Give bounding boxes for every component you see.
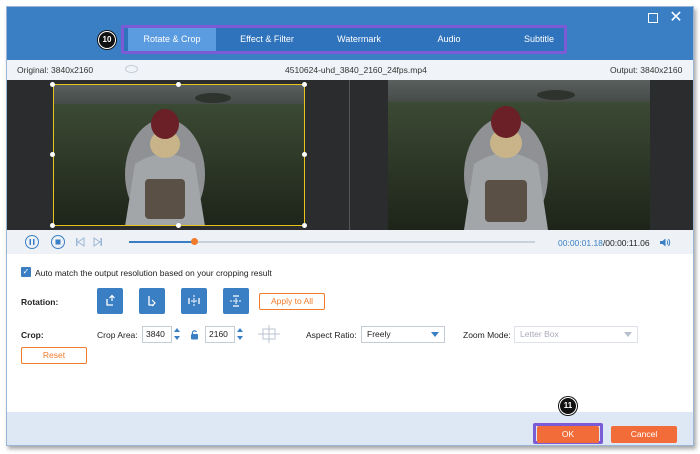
close-icon[interactable]: ✕ (669, 10, 683, 26)
tab-effect-filter[interactable]: Effect & Filter (222, 28, 312, 51)
next-frame-icon[interactable] (93, 237, 103, 247)
rotate-right-icon (148, 296, 156, 307)
pause-button[interactable] (25, 235, 39, 249)
crop-area-label: Crop Area: (97, 330, 138, 340)
crop-handle-left[interactable] (50, 152, 55, 157)
timeline-progress (129, 241, 194, 243)
reset-button[interactable]: Reset (21, 347, 87, 364)
zoom-mode-value: Letter Box (520, 329, 559, 339)
timeline-slider[interactable] (129, 238, 535, 245)
playback-controls: 00:00:01.18/00:00:11.06 (7, 230, 693, 254)
zoom-mode-label: Zoom Mode: (463, 330, 511, 340)
tab-bar: Rotate & Crop Effect & Filter Watermark … (121, 25, 567, 54)
chevron-down-icon (431, 332, 439, 337)
cancel-button[interactable]: Cancel (611, 426, 677, 443)
time-display: 00:00:01.18/00:00:11.06 (558, 238, 650, 248)
rotate-left-icon (106, 294, 115, 306)
auto-match-checkbox[interactable]: ✓ (21, 267, 31, 277)
timeline-knob[interactable] (190, 238, 198, 245)
ok-button[interactable]: OK (537, 426, 599, 443)
crop-handle-right[interactable] (302, 152, 307, 157)
chevron-down-icon (624, 332, 632, 337)
center-crop-icon[interactable] (257, 324, 281, 344)
apply-to-all-button[interactable]: Apply to All (259, 293, 325, 310)
output-resolution: Output: 3840x2160 (610, 65, 683, 75)
aspect-ratio-value: Freely (367, 329, 391, 339)
output-preview (350, 80, 693, 230)
crop-frame[interactable] (53, 84, 305, 226)
maximize-icon[interactable] (648, 13, 658, 23)
tab-audio[interactable]: Audio (404, 28, 494, 51)
crop-handle-top-left[interactable] (50, 82, 55, 87)
original-resolution: Original: 3840x2160 (17, 65, 94, 75)
tab-subtitle[interactable]: Subtitle (494, 28, 584, 51)
rotation-label: Rotation: (21, 297, 59, 307)
flip-vertical-button[interactable] (223, 288, 249, 314)
settings-panel: ✓ Auto match the output resolution based… (7, 254, 693, 412)
eye-icon[interactable] (125, 65, 138, 73)
zoom-mode-select[interactable]: Letter Box (514, 326, 638, 343)
stop-button[interactable] (51, 235, 65, 249)
aspect-ratio-label: Aspect Ratio: (306, 330, 357, 340)
rotate-left-button[interactable] (97, 288, 123, 314)
crop-height-input[interactable]: 2160 (205, 326, 235, 343)
preview-area (7, 80, 693, 230)
tab-watermark[interactable]: Watermark (314, 28, 404, 51)
stop-icon (55, 239, 61, 245)
crop-handle-top[interactable] (176, 82, 181, 87)
flip-vertical-icon (230, 295, 242, 307)
footer-bar: OK Cancel (7, 412, 693, 445)
pause-icon (29, 239, 35, 245)
total-time: /00:00:11.06 (602, 238, 650, 248)
crop-handle-top-right[interactable] (302, 82, 307, 87)
current-time: 00:00:01.18 (558, 238, 603, 248)
crop-handle-bottom-left[interactable] (50, 223, 55, 228)
lock-icon[interactable] (190, 329, 199, 340)
original-preview (7, 80, 349, 230)
crop-height-stepper[interactable] (236, 326, 244, 343)
crop-width-stepper[interactable] (173, 326, 181, 343)
rotate-right-button[interactable] (139, 288, 165, 314)
crop-handle-bottom[interactable] (176, 223, 181, 228)
crop-width-input[interactable]: 3840 (142, 326, 172, 343)
editor-window: ✕ Rotate & Crop Effect & Filter Watermar… (6, 6, 694, 446)
step-badge-11: 11 (559, 397, 577, 415)
tab-rotate-crop[interactable]: Rotate & Crop (128, 28, 216, 51)
crop-label: Crop: (21, 330, 44, 340)
crop-handle-bottom-right[interactable] (302, 223, 307, 228)
output-video-frame (388, 80, 650, 230)
aspect-ratio-select[interactable]: Freely (361, 326, 445, 343)
info-bar: Original: 3840x2160 4510624-uhd_3840_216… (7, 60, 693, 80)
flip-horizontal-icon (188, 295, 200, 307)
auto-match-label: Auto match the output resolution based o… (35, 268, 272, 278)
flip-horizontal-button[interactable] (181, 288, 207, 314)
step-badge-10: 10 (98, 31, 116, 49)
file-name: 4510624-uhd_3840_2160_24fps.mp4 (285, 65, 427, 75)
previous-frame-icon[interactable] (75, 237, 85, 247)
volume-icon[interactable] (659, 237, 671, 248)
